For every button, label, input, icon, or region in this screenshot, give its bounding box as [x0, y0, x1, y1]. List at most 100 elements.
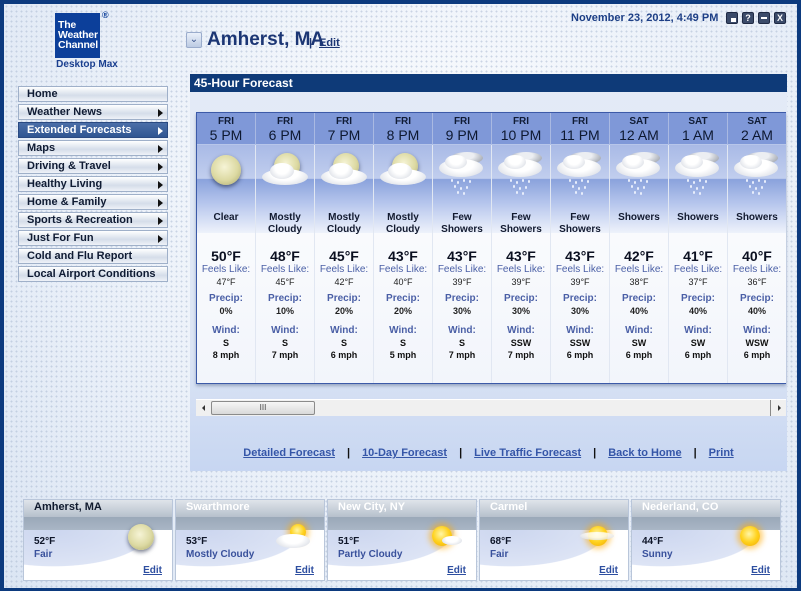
raindrop: [463, 179, 465, 182]
moon-fair-icon: [122, 522, 158, 552]
sidebar-item-weather-news[interactable]: Weather News: [18, 104, 168, 120]
print-link[interactable]: Print: [709, 447, 734, 459]
hour-header: SAT 12 AM: [610, 113, 669, 145]
sidebar-item-label: Home: [27, 88, 58, 100]
hour-header: FRI 11 PM: [551, 113, 610, 145]
sidebar-item-local-airport-conditions[interactable]: Local Airport Conditions: [18, 266, 168, 282]
cloud-shape: [276, 534, 310, 548]
temperature: 42°F: [624, 248, 654, 264]
wind-speed: 7 mph: [271, 350, 299, 360]
precip-value: 40%: [747, 306, 766, 316]
back-to-home-link[interactable]: Back to Home: [608, 447, 681, 459]
condition-band: Few Showers: [551, 145, 609, 235]
submenu-arrow-icon: [158, 217, 163, 225]
sidebar-item-label: Maps: [27, 142, 56, 154]
horizontal-scrollbar[interactable]: III: [196, 399, 786, 416]
sidebar-item-healthy-living[interactable]: Healthy Living: [18, 176, 168, 192]
raindrop: [569, 179, 571, 182]
sidebar-item-home-family[interactable]: Home & Family: [18, 194, 168, 210]
city-edit-link[interactable]: Edit: [751, 565, 770, 576]
location-dropdown-button[interactable]: ⌄: [186, 32, 202, 48]
rain-cloud-icon: [673, 151, 723, 195]
condition-band: Mostly Cloudy: [315, 145, 373, 235]
cloud-shape: [442, 536, 462, 545]
sidebar-item-home[interactable]: Home: [18, 86, 168, 102]
temperature: 50°F: [211, 248, 241, 264]
submenu-arrow-icon: [158, 145, 163, 153]
sidebar-item-maps[interactable]: Maps: [18, 140, 168, 156]
condition-band: Few Showers: [492, 145, 550, 235]
raindrop: [761, 186, 763, 189]
temperature: 45°F: [329, 248, 359, 264]
sidebar-item-extended-forecasts[interactable]: Extended Forecasts: [18, 122, 168, 138]
condition-text: Clear: [213, 212, 239, 223]
precip-label: Precip:: [209, 293, 243, 304]
condition-text: Showers: [736, 212, 778, 223]
city-edit-link[interactable]: Edit: [599, 565, 618, 576]
city-edit-link[interactable]: Edit: [143, 565, 162, 576]
hour-column: SAT 1 AM Showers 41°F Feels Like: 37°F Precip:…: [669, 113, 728, 383]
sidebar-item-sports-recreation[interactable]: Sports & Recreation: [18, 212, 168, 228]
city-card[interactable]: Amherst, MA 52°F Fair Edit: [23, 499, 173, 581]
raindrop: [699, 192, 701, 195]
scroll-left-button[interactable]: [196, 400, 212, 416]
hour-time: 5 PM: [209, 127, 243, 143]
sidebar-item-driving-travel[interactable]: Driving & Travel: [18, 158, 168, 174]
submenu-arrow-icon: [158, 235, 163, 243]
raindrop: [528, 180, 530, 183]
raindrop: [513, 185, 515, 188]
rain-cloud-icon: [496, 151, 546, 195]
help-button[interactable]: ?: [742, 12, 754, 24]
live-traffic-forecast-link[interactable]: Live Traffic Forecast: [474, 447, 581, 459]
city-card[interactable]: Carmel 68°F Fair Edit: [479, 499, 629, 581]
hour-header: SAT 2 AM: [728, 113, 786, 145]
window-controls: ? X: [726, 12, 786, 24]
condition-band: Mostly Cloudy: [256, 145, 314, 235]
moon-clear-icon: [201, 151, 251, 195]
hour-column: FRI 6 PM Mostly Cloudy 48°F Feels Like: 45°F Pr…: [256, 113, 315, 383]
hour-day: SAT: [629, 116, 649, 127]
precip-value: 30%: [452, 306, 471, 316]
raindrop: [749, 185, 751, 188]
sidebar-item-cold-and-flu-report[interactable]: Cold and Flu Report: [18, 248, 168, 264]
wind-direction: S: [399, 338, 406, 348]
minimize-button[interactable]: [758, 12, 770, 24]
sun-cloudy-icon: [274, 522, 310, 552]
location-edit-link[interactable]: Edit: [319, 37, 340, 49]
city-temperature: 52°F: [34, 536, 56, 547]
hour-time: 10 PM: [500, 127, 542, 143]
raindrop: [460, 187, 462, 190]
wind-direction: SW: [631, 338, 647, 348]
precip-value: 40%: [688, 306, 707, 316]
sidebar-item-just-for-fun[interactable]: Just For Fun: [18, 230, 168, 246]
city-card[interactable]: Swarthmore 53°F Mostly Cloudy Edit: [175, 499, 325, 581]
city-name: Amherst, MA: [24, 500, 172, 517]
city-card[interactable]: Nederland, CO 44°F Sunny Edit: [631, 499, 781, 581]
city-edit-link[interactable]: Edit: [295, 565, 314, 576]
cloud-shape: [504, 155, 526, 169]
logo-subtitle: Desktop Max: [56, 59, 118, 70]
10-day-forecast-link[interactable]: 10-Day Forecast: [362, 447, 447, 459]
city-card[interactable]: New City, NY 51°F Partly Cloudy Edit: [327, 499, 477, 581]
feels-like-value: 39°F: [452, 277, 472, 287]
precip-label: Precip:: [740, 293, 774, 304]
city-condition: Fair: [490, 549, 509, 560]
scroll-right-button[interactable]: [770, 400, 786, 416]
hourly-forecast-grid: FRI 5 PM Clear 50°F Feels Like: 47°F Precip: 0%…: [196, 112, 786, 384]
city-temperature: 44°F: [642, 536, 664, 547]
feels-like-label: Feels Like:: [673, 264, 723, 275]
cloud-shape: [622, 155, 644, 169]
detailed-forecast-link[interactable]: Detailed Forecast: [243, 447, 335, 459]
current-datetime: November 23, 2012, 4:49 PM: [571, 12, 719, 24]
hour-time: 11 PM: [560, 127, 600, 143]
scroll-thumb[interactable]: III: [211, 401, 315, 415]
close-button[interactable]: X: [774, 12, 786, 24]
hour-day: SAT: [747, 116, 767, 127]
moon-shape: [128, 524, 154, 550]
restore-button[interactable]: [726, 12, 738, 24]
wind-direction: SW: [690, 338, 706, 348]
submenu-arrow-icon: [158, 163, 163, 171]
wind-direction: SSW: [569, 338, 591, 348]
city-edit-link[interactable]: Edit: [447, 565, 466, 576]
wind-speed: 8 mph: [212, 350, 240, 360]
